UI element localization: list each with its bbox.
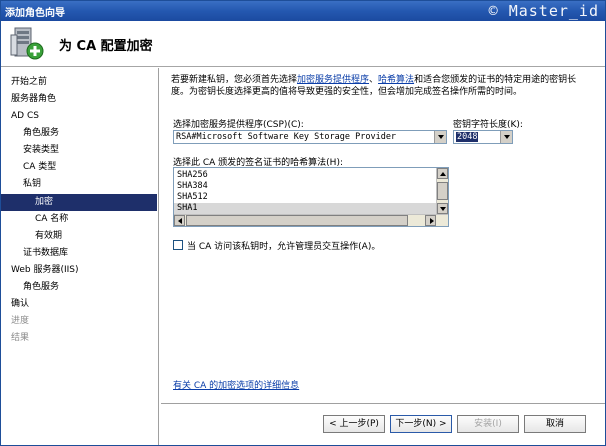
hash-option-sha1[interactable]: SHA1: [174, 203, 437, 214]
intro-separator: 、: [369, 75, 379, 85]
hash-option-sha384[interactable]: SHA384: [174, 181, 437, 192]
hash-option-sha256[interactable]: SHA256: [174, 170, 437, 181]
hash-algorithm-help-link[interactable]: 哈希算法: [378, 75, 414, 85]
window-title: 添加角色向导: [5, 8, 65, 19]
previous-button[interactable]: < 上一步(P): [323, 415, 385, 433]
intro-text-start: 若要新建私钥，您必须首先选择: [171, 75, 298, 85]
next-button[interactable]: 下一步(N) >: [390, 415, 452, 433]
nav-step-progress: 进度: [11, 316, 30, 326]
chevron-down-icon[interactable]: [434, 131, 446, 143]
nav-step-before-you-begin[interactable]: 开始之前: [11, 74, 47, 91]
nav-step-iis-role-services[interactable]: 角色服务: [23, 279, 59, 296]
scroll-left-icon[interactable]: [174, 215, 185, 226]
csp-label: 选择加密服务提供程序(CSP)(C):: [173, 120, 304, 130]
nav-step-certificate-database[interactable]: 证书数据库: [23, 245, 68, 262]
intro-text: 若要新建私钥，您必须首先选择加密服务提供程序、哈希算法和适合您颁发的证书的特定用…: [171, 74, 591, 98]
nav-step-role-services[interactable]: 角色服务: [23, 125, 59, 142]
key-length-selected-value: 2048: [456, 132, 479, 142]
nav-step-ad-cs[interactable]: AD CS: [11, 108, 39, 125]
hash-list-horizontal-scrollbar[interactable]: [174, 214, 448, 226]
nav-step-cryptography[interactable]: 加密: [1, 194, 157, 211]
csp-selected-value: RSA#Microsoft Software Key Storage Provi…: [176, 132, 397, 142]
page-heading: 为 CA 配置加密: [59, 39, 153, 54]
cancel-button[interactable]: 取消: [524, 415, 586, 433]
nav-step-ca-name[interactable]: CA 名称: [35, 211, 68, 228]
crypto-options-details-link[interactable]: 有关 CA 的加密选项的详细信息: [173, 378, 299, 391]
install-button: 安装(I): [457, 415, 519, 433]
scroll-right-icon[interactable]: [425, 215, 436, 226]
add-roles-wizard-window: 添加角色向导 © Master_id 为 CA 配置加密 开始之前 服务器角色 …: [0, 0, 606, 446]
nav-step-validity-period[interactable]: 有效期: [35, 228, 62, 245]
key-length-dropdown[interactable]: 2048: [453, 130, 513, 144]
hash-list-vertical-scrollbar[interactable]: [436, 168, 448, 214]
hash-option-sha512[interactable]: SHA512: [174, 192, 437, 203]
scroll-down-icon[interactable]: [437, 203, 448, 214]
scroll-thumb[interactable]: [186, 215, 408, 226]
nav-step-setup-type[interactable]: 安装类型: [23, 142, 59, 159]
hash-algorithm-listbox[interactable]: SHA256 SHA384 SHA512 SHA1: [173, 167, 449, 227]
footer-divider: [161, 403, 605, 404]
csp-dropdown[interactable]: RSA#Microsoft Software Key Storage Provi…: [173, 130, 447, 144]
nav-step-ca-type[interactable]: CA 类型: [23, 159, 56, 176]
nav-step-private-key[interactable]: 私钥: [23, 176, 41, 193]
chevron-down-icon[interactable]: [500, 131, 512, 143]
allow-admin-interaction-label[interactable]: 当 CA 访问该私钥时，允许管理员交互操作(A)。: [187, 239, 380, 252]
nav-step-confirmation[interactable]: 确认: [11, 296, 29, 313]
scroll-up-icon[interactable]: [437, 168, 448, 179]
scroll-thumb[interactable]: [437, 182, 448, 200]
allow-admin-interaction-checkbox[interactable]: [173, 240, 183, 250]
title-bar[interactable]: 添加角色向导 © Master_id: [1, 1, 605, 21]
nav-step-web-server-iis[interactable]: Web 服务器(IIS): [11, 262, 79, 279]
nav-step-server-roles[interactable]: 服务器角色: [11, 91, 56, 108]
csp-help-link[interactable]: 加密服务提供程序: [297, 75, 369, 85]
server-add-icon: [10, 27, 44, 60]
key-length-label: 密钥字符长度(K):: [453, 120, 523, 130]
nav-step-results: 结果: [11, 333, 30, 343]
watermark: © Master_id: [488, 2, 599, 20]
wizard-steps-nav: 开始之前 服务器角色 AD CS 角色服务 安装类型 CA 类型 私钥 加密 C…: [1, 68, 159, 445]
wizard-header: 为 CA 配置加密: [1, 21, 605, 67]
